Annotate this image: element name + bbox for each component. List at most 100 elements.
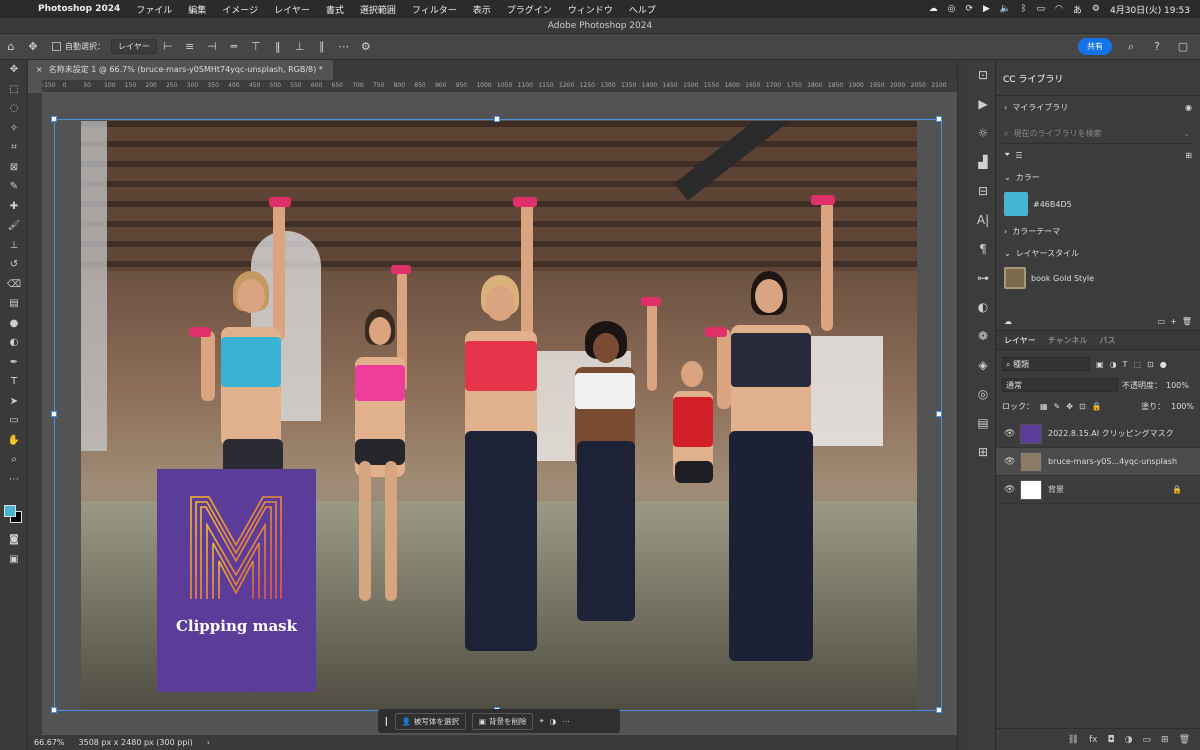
- cloud-icon[interactable]: ☁: [929, 4, 938, 14]
- transform-icon[interactable]: ⌖: [539, 716, 543, 726]
- path-select-icon[interactable]: ➤: [0, 392, 28, 412]
- select-subject-button[interactable]: 👤 被写体を選択: [394, 712, 466, 730]
- datetime[interactable]: 4月30日(火) 19:53: [1110, 3, 1190, 16]
- workspace-icon[interactable]: ▢: [1172, 37, 1194, 57]
- adjust-icon[interactable]: ◑: [550, 717, 557, 726]
- color-swatch-row[interactable]: #46B4D5: [996, 188, 1200, 220]
- layer-styles-header[interactable]: ⌄ レイヤースタイル: [996, 242, 1200, 264]
- align-center-icon[interactable]: ≡: [179, 37, 201, 57]
- healing-brush-icon[interactable]: ✚: [0, 197, 28, 217]
- tab-cc-libraries[interactable]: CC ライブラリ: [1003, 72, 1063, 85]
- menu-type[interactable]: 書式: [318, 3, 352, 16]
- cc-libraries-icon[interactable]: ⊡: [970, 60, 996, 89]
- new-layer-icon[interactable]: ⊞: [1161, 735, 1169, 745]
- brush-tool-icon[interactable]: 🖌: [0, 216, 28, 236]
- my-library-row[interactable]: ‹ マイライブラリ ◉: [996, 96, 1200, 118]
- eye-icon[interactable]: 👁: [1004, 429, 1015, 439]
- paths-icon[interactable]: ▤: [970, 408, 996, 437]
- image-filter-icon[interactable]: ▣: [1096, 360, 1104, 369]
- menu-select[interactable]: 選択範囲: [352, 3, 404, 16]
- auto-select-checkbox[interactable]: [52, 42, 61, 51]
- document-tab[interactable]: × 名称未設定 1 @ 66.7% (bruce-mars-y0SMHt74yq…: [28, 60, 333, 80]
- zoom-tool-icon[interactable]: ⌕: [0, 450, 28, 470]
- paint-icon[interactable]: ❁: [970, 321, 996, 350]
- dodge-tool-icon[interactable]: ◐: [0, 333, 28, 353]
- menu-window[interactable]: ウィンドウ: [560, 3, 621, 16]
- play-actions-icon[interactable]: ▶: [970, 89, 996, 118]
- shape-filter-icon[interactable]: ⬚: [1133, 360, 1141, 369]
- object-select-tool-icon[interactable]: ✧: [0, 119, 28, 139]
- smart-object-filter-icon[interactable]: ⊡: [1147, 360, 1154, 369]
- trash-icon[interactable]: 🗑: [1179, 735, 1190, 745]
- auto-select-target-dropdown[interactable]: レイヤー: [111, 39, 157, 54]
- eye-icon[interactable]: 👁: [1004, 485, 1015, 495]
- cloud-icon[interactable]: ☁: [1004, 317, 1012, 326]
- menu-filter[interactable]: フィルター: [404, 3, 465, 16]
- fx-icon[interactable]: fx: [1089, 735, 1098, 745]
- sort-icon[interactable]: ☰: [1015, 151, 1022, 160]
- align-bottom-icon[interactable]: ⊥: [289, 37, 311, 57]
- menu-plugins[interactable]: プラグイン: [499, 3, 560, 16]
- filter-toggle-icon[interactable]: ●: [1160, 360, 1167, 369]
- chevron-right-icon[interactable]: ›: [207, 738, 210, 747]
- stamp-tool-icon[interactable]: ⊥: [0, 236, 28, 256]
- blur-tool-icon[interactable]: ●: [0, 314, 28, 334]
- type-tool-icon[interactable]: T: [0, 372, 28, 392]
- histogram-icon[interactable]: ▟: [970, 147, 996, 176]
- tab-paths[interactable]: パス: [1100, 335, 1116, 346]
- tab-channels[interactable]: チャンネル: [1048, 335, 1088, 346]
- transform-handle[interactable]: [51, 116, 57, 122]
- eraser-tool-icon[interactable]: ⌫: [0, 275, 28, 295]
- more-icon[interactable]: ⋯: [562, 717, 570, 726]
- filter-icon[interactable]: ⏷: [1004, 150, 1010, 160]
- type-filter-icon[interactable]: T: [1123, 360, 1128, 369]
- distribute-vertical-icon[interactable]: ∥: [311, 37, 333, 57]
- input-source[interactable]: あ: [1073, 3, 1082, 16]
- pen-tool-icon[interactable]: ✒: [0, 353, 28, 373]
- move-tool-icon[interactable]: ✥: [0, 60, 28, 80]
- paragraph-icon[interactable]: ¶: [970, 234, 996, 263]
- align-middle-icon[interactable]: ‖: [267, 37, 289, 57]
- control-center-icon[interactable]: ⚙: [1092, 4, 1100, 14]
- group-icon[interactable]: ▭: [1143, 735, 1152, 745]
- battery-icon[interactable]: ▭: [1037, 4, 1046, 14]
- layer-row[interactable]: 👁 2022.8.15.AI クリッピングマスク: [996, 420, 1200, 448]
- trash-icon[interactable]: 🗑: [1182, 317, 1192, 326]
- edit-toolbar-icon[interactable]: ⋯: [0, 470, 28, 490]
- home-icon[interactable]: ⌂: [0, 37, 22, 57]
- tab-layers[interactable]: レイヤー: [1004, 335, 1036, 346]
- move-tool-icon[interactable]: ✥: [22, 37, 44, 57]
- layer-style-item[interactable]: book Gold Style: [996, 264, 1200, 292]
- volume-icon[interactable]: 🔈: [1000, 4, 1011, 14]
- lock-pixels-icon[interactable]: ✎: [1054, 402, 1061, 411]
- grid-icon[interactable]: ⊞: [970, 437, 996, 466]
- menu-edit[interactable]: 編集: [180, 3, 214, 16]
- menu-help[interactable]: ヘルプ: [621, 3, 664, 16]
- chevron-down-icon[interactable]: ⌄: [1183, 129, 1194, 138]
- menu-image[interactable]: イメージ: [214, 3, 266, 16]
- crop-tool-icon[interactable]: ⌗: [0, 138, 28, 158]
- lock-all-icon[interactable]: 🔒: [1092, 402, 1102, 411]
- creative-cloud-icon[interactable]: ◎: [948, 4, 956, 14]
- eyedropper-tool-icon[interactable]: ✎: [0, 177, 28, 197]
- more-options-icon[interactable]: ⋯: [333, 37, 355, 57]
- properties-icon[interactable]: ⊟: [970, 176, 996, 205]
- eye-icon[interactable]: 👁: [1004, 457, 1015, 467]
- add-icon[interactable]: +: [1170, 317, 1177, 326]
- foreground-color-swatch[interactable]: [4, 505, 16, 517]
- adjustment-layer-icon[interactable]: ◑: [1125, 735, 1133, 745]
- rectangle-tool-icon[interactable]: ▭: [0, 411, 28, 431]
- transform-handle[interactable]: [494, 116, 500, 122]
- layer-kind-filter[interactable]: ⌕ 種類: [1002, 357, 1090, 371]
- app-menu[interactable]: Photoshop 2024: [30, 4, 128, 14]
- search-icon[interactable]: ⌕: [1120, 37, 1142, 57]
- color-swatch[interactable]: [1004, 192, 1028, 216]
- adjustments-sun-icon[interactable]: ☼: [970, 118, 996, 147]
- align-top-icon[interactable]: ⊤: [245, 37, 267, 57]
- lasso-tool-icon[interactable]: ◌: [0, 99, 28, 119]
- zoom-level[interactable]: 66.67%: [34, 738, 65, 747]
- panel-collapse-strip[interactable]: [957, 60, 970, 750]
- color-theme-header[interactable]: › カラーテーマ: [996, 220, 1200, 242]
- mask-icon[interactable]: ◘: [1108, 735, 1115, 745]
- distribute-icon[interactable]: ═: [223, 37, 245, 57]
